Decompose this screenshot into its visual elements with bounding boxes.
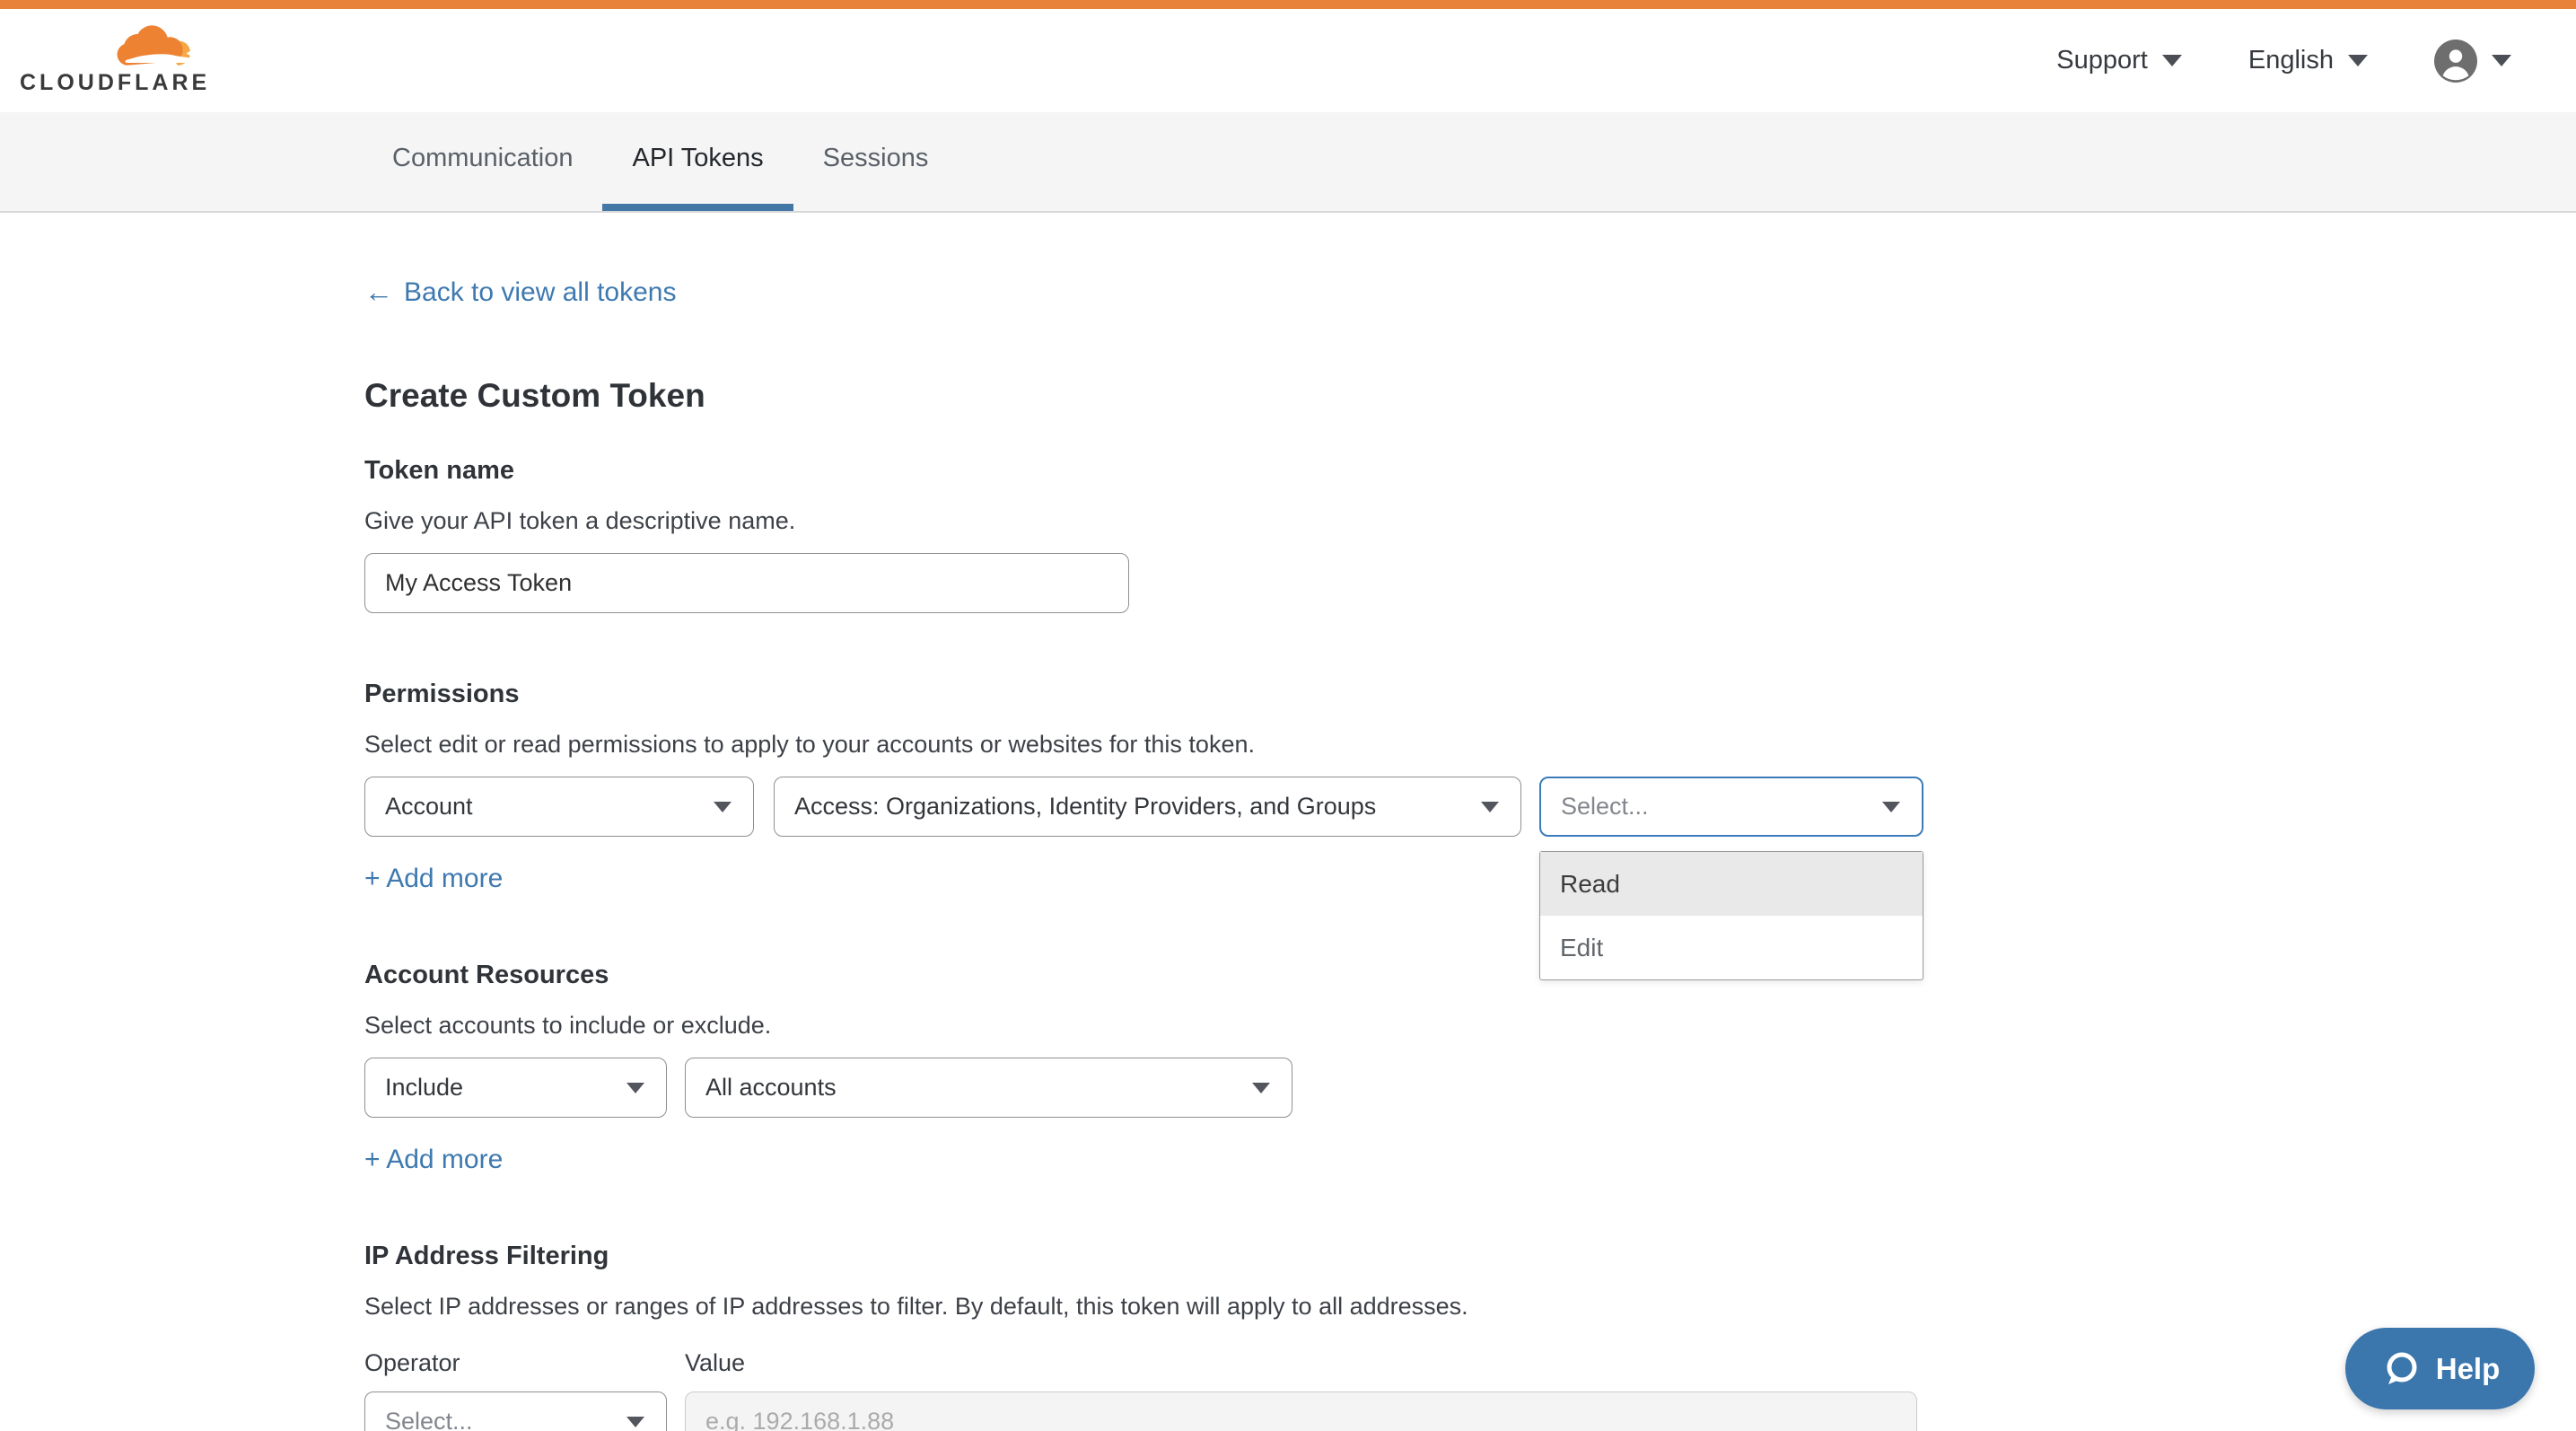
permissions-add-more-link[interactable]: + Add more [364,864,503,894]
chevron-down-icon [2348,55,2368,66]
cloudflare-cloud-icon [115,25,208,68]
brand-accent-bar [0,0,2576,9]
chevron-down-icon [714,802,732,812]
tab-sessions[interactable]: Sessions [793,112,959,211]
app-header: CLOUDFLARE Support English [0,9,2576,112]
menu-item-edit[interactable]: Edit [1540,916,1923,979]
chevron-down-icon [2492,55,2511,66]
account-resources-section: Account Resources Select accounts to inc… [364,961,2576,1175]
chevron-down-icon [2162,55,2182,66]
support-label: Support [2056,46,2148,75]
permission-resource-value: Access: Organizations, Identity Provider… [794,793,1376,821]
operator-placeholder: Select... [385,1408,473,1431]
account-mode-value: Include [385,1074,463,1102]
permissions-heading: Permissions [364,680,2576,709]
permission-access-dropdown-menu: Read Edit [1539,851,1923,980]
help-button-label: Help [2436,1352,2501,1386]
permissions-section: Permissions Select edit or read permissi… [364,680,2576,894]
token-name-description: Give your API token a descriptive name. [364,507,2576,535]
support-menu[interactable]: Support [2056,46,2182,75]
value-label: Value [685,1349,745,1377]
permission-access-select[interactable]: Select... Read Edit [1539,777,1923,837]
back-arrow-icon: ← [364,276,393,309]
menu-item-read[interactable]: Read [1540,852,1923,916]
user-avatar-icon [2434,40,2477,83]
tab-api-tokens[interactable]: API Tokens [602,112,793,211]
chevron-down-icon [626,1417,644,1427]
language-menu[interactable]: English [2248,46,2368,75]
account-resources-add-more-link[interactable]: + Add more [364,1145,503,1175]
permissions-description: Select edit or read permissions to apply… [364,731,2576,759]
ip-filtering-description: Select IP addresses or ranges of IP addr… [364,1293,2576,1321]
account-mode-select[interactable]: Include [364,1058,667,1118]
tab-communication[interactable]: Communication [363,112,602,211]
help-button[interactable]: Help [2345,1328,2535,1409]
ip-filtering-section: IP Address Filtering Select IP addresses… [364,1242,2576,1431]
chevron-down-icon [1252,1083,1270,1093]
ip-filtering-heading: IP Address Filtering [364,1242,2576,1271]
back-link[interactable]: ← Back to view all tokens [364,276,676,309]
account-menu[interactable] [2434,40,2511,83]
chevron-down-icon [626,1083,644,1093]
accounts-value: All accounts [705,1074,837,1102]
chat-bubble-icon [2380,1348,2422,1390]
account-resources-description: Select accounts to include or exclude. [364,1012,2576,1040]
cloudflare-logo-text: CLOUDFLARE [20,70,210,96]
permission-resource-select[interactable]: Access: Organizations, Identity Provider… [774,777,1521,837]
token-name-section: Token name Give your API token a descrip… [364,456,2576,613]
operator-label: Operator [364,1349,685,1377]
token-name-input[interactable] [364,553,1129,613]
language-label: English [2248,46,2334,75]
accounts-select[interactable]: All accounts [685,1058,1292,1118]
account-resources-heading: Account Resources [364,961,2576,990]
permission-access-placeholder: Select... [1561,793,1649,821]
chevron-down-icon [1481,802,1499,812]
ip-value-input[interactable] [685,1391,1917,1431]
permission-scope-value: Account [385,793,473,821]
token-name-heading: Token name [364,456,2576,486]
main-content: ← Back to view all tokens Create Custom … [0,213,2576,1431]
chevron-down-icon [1882,802,1900,812]
cloudflare-logo[interactable]: CLOUDFLARE [20,25,210,96]
permission-scope-select[interactable]: Account [364,777,754,837]
page-title: Create Custom Token [364,377,2576,415]
profile-tabbar: Communication API Tokens Sessions [0,112,2576,213]
operator-select[interactable]: Select... [364,1391,667,1431]
back-link-label: Back to view all tokens [404,277,676,308]
